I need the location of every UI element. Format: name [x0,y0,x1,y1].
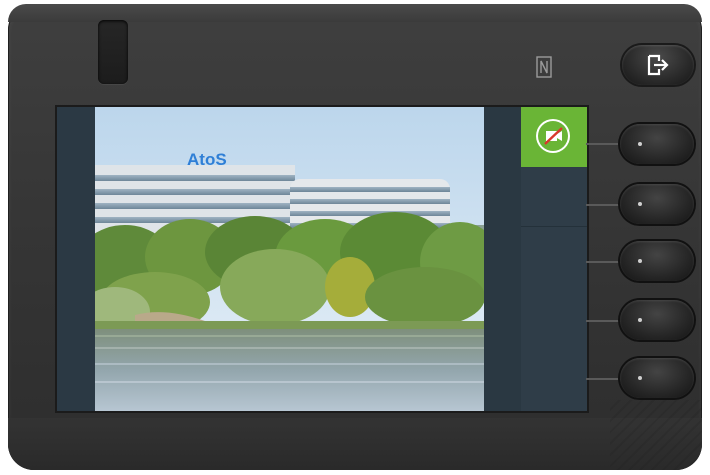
key-connector-line [586,320,624,322]
exit-button[interactable] [622,45,694,85]
wallpaper-brand-logo: AtoS [187,150,227,169]
screen-right-margin [484,107,521,411]
line-key-1[interactable] [620,124,694,164]
key-indicator-dot [638,318,642,322]
nfc-icon [536,56,552,78]
key-connector-line [586,261,624,263]
wallpaper-scene: AtoS [95,107,484,411]
key-indicator-dot [638,259,642,263]
line-key-5[interactable] [620,358,694,398]
softkey-column [521,107,587,411]
exit-arrow-icon [647,54,669,76]
line-key-4[interactable] [620,300,694,340]
phone-bottom-ledge [8,418,702,470]
line-key-3[interactable] [620,241,694,281]
softkey-slot-3[interactable] [521,227,587,411]
softkey-video-off[interactable] [521,107,587,167]
no-video-icon [538,121,568,151]
wallpaper-image: AtoS [95,107,484,411]
screen-left-margin [57,107,95,411]
line-key-2[interactable] [620,184,694,224]
key-connector-line [586,204,624,206]
display-screen: AtoS [57,107,587,411]
key-indicator-dot [638,376,642,380]
key-indicator-dot [638,202,642,206]
handset-hook-slot [98,20,128,84]
corner-texture [610,400,702,470]
key-connector-line [586,378,624,380]
key-connector-line [586,143,624,145]
key-indicator-dot [638,142,642,146]
softkey-slot-2[interactable] [521,168,587,226]
